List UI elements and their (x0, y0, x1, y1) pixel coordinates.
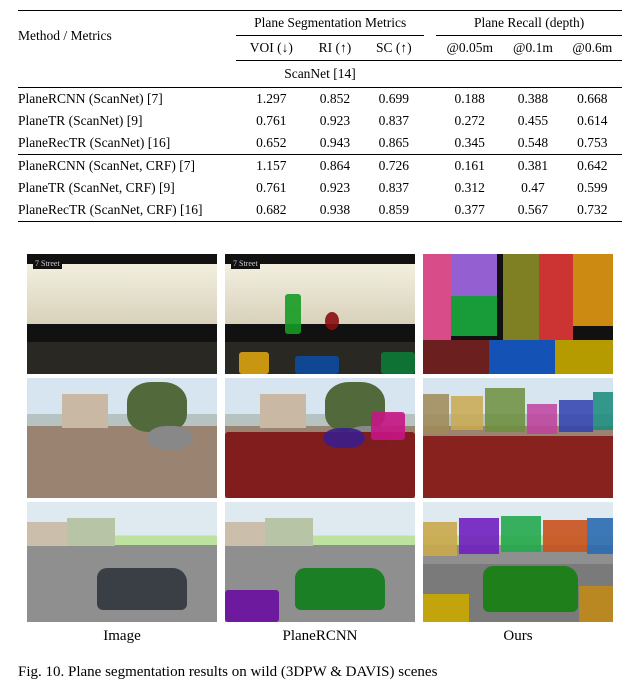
cell-sc: 0.726 (363, 155, 424, 178)
cell-sc: 0.699 (363, 88, 424, 111)
table-row: PlaneRecTR (ScanNet) [16] 0.652 0.943 0.… (18, 132, 622, 155)
table-row: PlaneTR (ScanNet, CRF) [9] 0.761 0.923 0… (18, 177, 622, 199)
figure-cell-image-street (27, 502, 217, 622)
table-row: PlaneRecTR (ScanNet, CRF) [16] 0.682 0.9… (18, 199, 622, 222)
col-r01: @0.1m (503, 36, 562, 61)
cell-sc: 0.865 (363, 132, 424, 155)
table-row: PlaneRCNN (ScanNet, CRF) [7] 1.157 0.864… (18, 155, 622, 178)
cell-voi: 0.652 (236, 132, 306, 155)
subway-tag: 7 Street (231, 258, 260, 269)
cell-voi: 1.297 (236, 88, 306, 111)
cell-r005: 0.312 (436, 177, 503, 199)
cell-method: PlaneTR (ScanNet) [9] (18, 110, 236, 132)
cell-r06: 0.642 (563, 155, 622, 178)
cell-r005: 0.377 (436, 199, 503, 222)
cell-method: PlaneRecTR (ScanNet) [16] (18, 132, 236, 155)
cell-voi: 0.761 (236, 110, 306, 132)
cell-r01: 0.388 (503, 88, 562, 111)
table-row: PlaneTR (ScanNet) [9] 0.761 0.923 0.837 … (18, 110, 622, 132)
col-r06: @0.6m (563, 36, 622, 61)
cell-r06: 0.614 (563, 110, 622, 132)
figure-cell-image-subway: 7 Street (27, 254, 217, 374)
figure-caption: Fig. 10. Plane segmentation results on w… (18, 658, 622, 681)
figure-col-label-image: Image (27, 626, 217, 648)
cell-ri: 0.864 (306, 155, 363, 178)
figure-grid: 7 Street 7 Street Image PlaneRCNN Ours (27, 254, 613, 648)
col-sc: SC (↑) (363, 36, 424, 61)
cell-r005: 0.188 (436, 88, 503, 111)
col-group-recall: Plane Recall (depth) (436, 11, 622, 36)
cell-method: PlaneRCNN (ScanNet) [7] (18, 88, 236, 111)
cell-ri: 0.938 (306, 199, 363, 222)
col-group-seg: Plane Segmentation Metrics (236, 11, 424, 36)
cell-r01: 0.548 (503, 132, 562, 155)
cell-ri: 0.923 (306, 177, 363, 199)
cell-r01: 0.455 (503, 110, 562, 132)
cell-r005: 0.345 (436, 132, 503, 155)
cell-sc: 0.837 (363, 110, 424, 132)
col-method-metrics: Method / Metrics (18, 11, 236, 61)
cell-sc: 0.859 (363, 199, 424, 222)
figure-cell-planercnn-street (225, 502, 415, 622)
figure-cell-planercnn-subway: 7 Street (225, 254, 415, 374)
cell-voi: 0.761 (236, 177, 306, 199)
col-r005: @0.05m (436, 36, 503, 61)
figure-cell-planercnn-plaza (225, 378, 415, 498)
cell-sc: 0.837 (363, 177, 424, 199)
cell-ri: 0.923 (306, 110, 363, 132)
figure-cell-ours-subway (423, 254, 613, 374)
cell-method: PlaneTR (ScanNet, CRF) [9] (18, 177, 236, 199)
cell-ri: 0.943 (306, 132, 363, 155)
cell-r06: 0.732 (563, 199, 622, 222)
cell-r06: 0.599 (563, 177, 622, 199)
cell-r01: 0.47 (503, 177, 562, 199)
col-voi: VOI (↓) (236, 36, 306, 61)
cell-voi: 0.682 (236, 199, 306, 222)
figure-cell-image-plaza (27, 378, 217, 498)
figure-cell-ours-street (423, 502, 613, 622)
cell-voi: 1.157 (236, 155, 306, 178)
cell-ri: 0.852 (306, 88, 363, 111)
figure-col-label-planercnn: PlaneRCNN (225, 626, 415, 648)
figure-cell-ours-plaza (423, 378, 613, 498)
table-row: PlaneRCNN (ScanNet) [7] 1.297 0.852 0.69… (18, 88, 622, 111)
cell-r01: 0.567 (503, 199, 562, 222)
results-table: Method / Metrics Plane Segmentation Metr… (18, 10, 622, 222)
cell-r005: 0.272 (436, 110, 503, 132)
cell-method: PlaneRecTR (ScanNet, CRF) [16] (18, 199, 236, 222)
cell-r06: 0.753 (563, 132, 622, 155)
cell-r06: 0.668 (563, 88, 622, 111)
cell-r01: 0.381 (503, 155, 562, 178)
subway-tag: 7 Street (33, 258, 62, 269)
cell-method: PlaneRCNN (ScanNet, CRF) [7] (18, 155, 236, 178)
col-ri: RI (↑) (306, 36, 363, 61)
section-scannet: ScanNet [14] (18, 61, 622, 88)
figure-col-label-ours: Ours (423, 626, 613, 648)
cell-r005: 0.161 (436, 155, 503, 178)
